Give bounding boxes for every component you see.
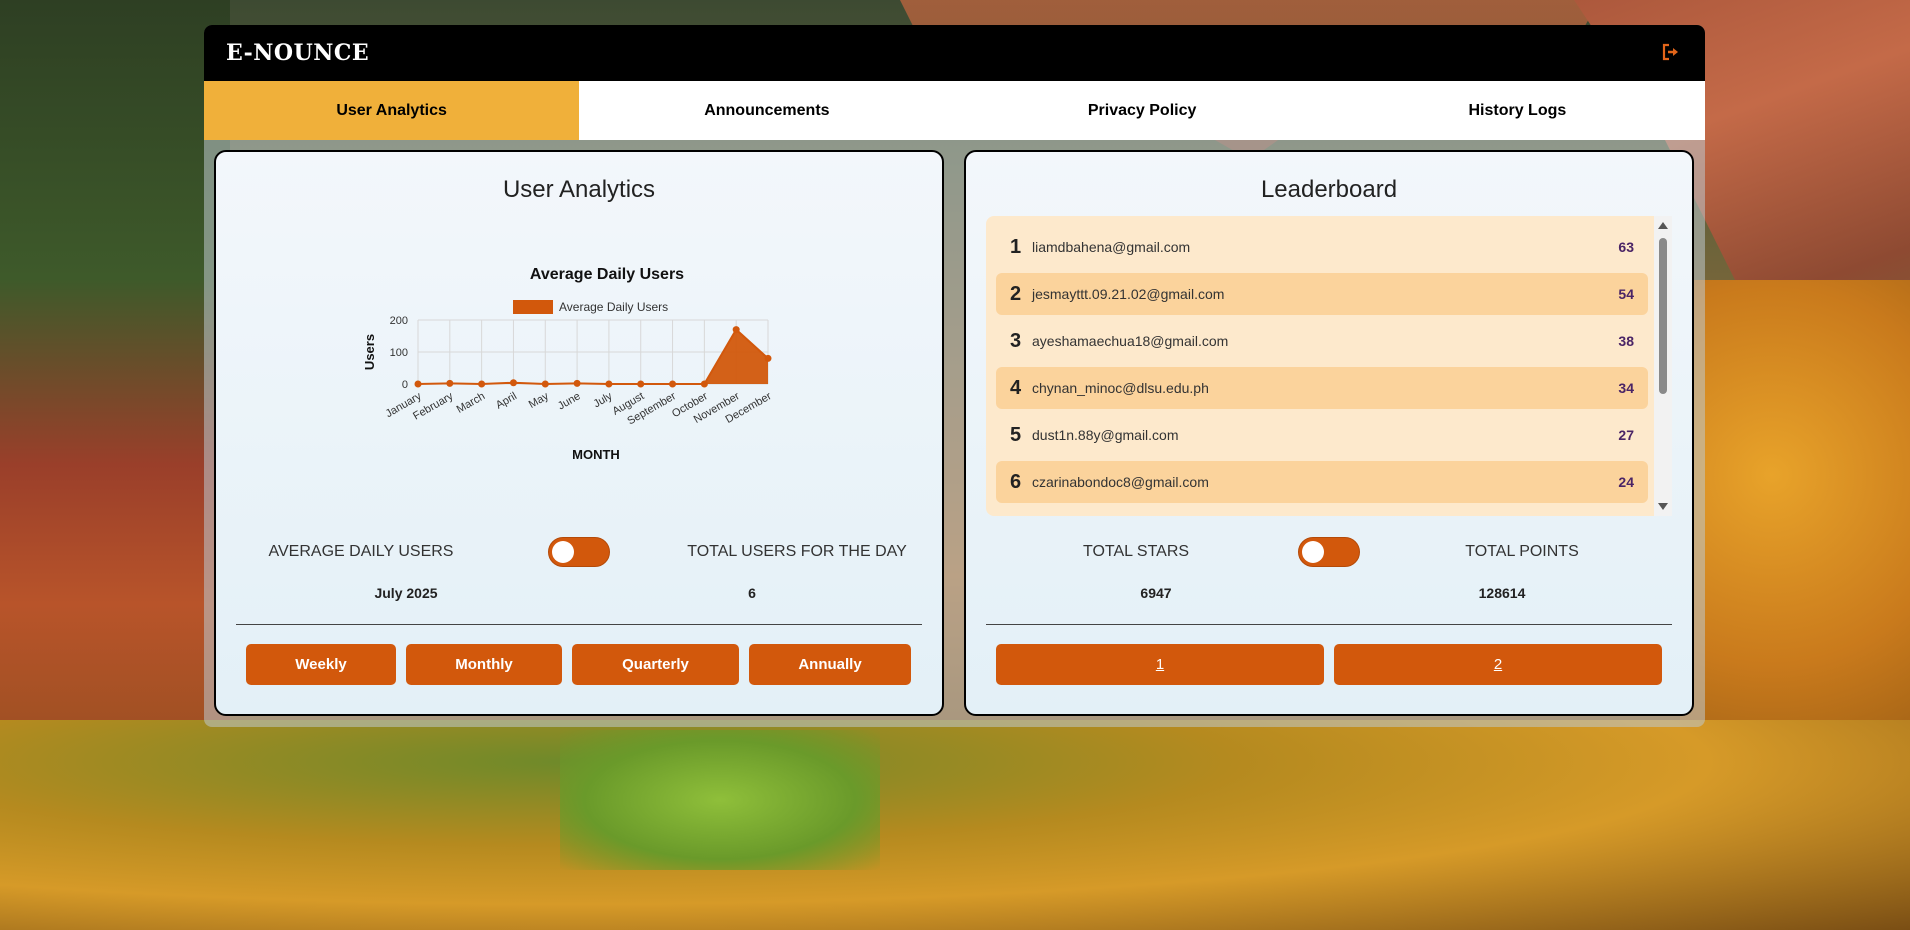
logout-icon[interactable] <box>1661 42 1683 64</box>
quarterly-button[interactable]: Quarterly <box>572 644 739 685</box>
chart-container: Average Daily Users Average Daily Users 0 1… <box>356 257 806 487</box>
leaderboard-divider <box>986 624 1672 625</box>
legend-label: Average Daily Users <box>559 300 668 314</box>
average-daily-users-chart: Average Daily Users Average Daily Users 0 1… <box>362 266 774 462</box>
y-tick-label: 100 <box>390 347 408 359</box>
tab-history-logs[interactable]: History Logs <box>1330 81 1705 140</box>
x-tick-label: March <box>455 390 487 416</box>
foliage-bottom <box>0 720 1910 930</box>
data-point <box>669 380 677 388</box>
score: 24 <box>1618 474 1634 490</box>
rank: 1 <box>1010 235 1022 258</box>
page-1-button[interactable]: 1 <box>996 644 1324 685</box>
leaderboard-toggle-row: TOTAL STARS TOTAL POINTS <box>986 537 1672 567</box>
scroll-thumb[interactable] <box>1659 238 1667 394</box>
value-left: 6947 <box>1140 585 1172 601</box>
value-right: 128614 <box>1478 585 1526 601</box>
email: liamdbahena@gmail.com <box>1032 239 1191 255</box>
analytics-divider <box>236 624 922 625</box>
value-left: July 2025 <box>374 585 438 601</box>
email: dust1n.88y@gmail.com <box>1032 427 1179 443</box>
leaderboard-row: 3 ayeshamaechua18@gmail.com 38 <box>996 320 1648 362</box>
leaderboard-row: 1 liamdbahena@gmail.com 63 <box>996 226 1648 268</box>
score: 27 <box>1618 427 1634 443</box>
tab-announcements[interactable]: Announcements <box>579 81 954 140</box>
leaderboard-row: 2 jesmayttt.09.21.02@gmail.com 54 <box>996 273 1648 315</box>
email: chynan_minoc@dlsu.edu.ph <box>1032 380 1209 396</box>
rank: 2 <box>1010 282 1022 305</box>
leaderboard-row: 6 czarinabondoc8@gmail.com 24 <box>996 461 1648 503</box>
rank: 3 <box>1010 329 1022 352</box>
top-bar: E-NOUNCE <box>204 25 1705 81</box>
scroll-up-icon[interactable] <box>1658 222 1668 229</box>
y-axis-label: Users <box>362 334 377 370</box>
data-point <box>414 380 422 388</box>
page-2-button[interactable]: 2 <box>1334 644 1662 685</box>
nav-tabs: User Analytics Announcements Privacy Pol… <box>204 81 1705 140</box>
y-tick-label: 200 <box>390 315 408 327</box>
data-point <box>732 326 740 334</box>
score: 54 <box>1618 286 1634 302</box>
leaderboard-row: 5 dust1n.88y@gmail.com 27 <box>996 414 1648 456</box>
rank: 5 <box>1010 423 1022 446</box>
data-point <box>700 380 708 388</box>
pagination: 1 2 <box>996 644 1662 685</box>
legend-swatch <box>513 300 553 314</box>
scroll-down-icon[interactable] <box>1658 503 1668 510</box>
x-tick-label: June <box>556 390 583 412</box>
x-axis-label: MONTH <box>572 447 620 462</box>
toggle-right-label: TOTAL POINTS <box>1465 543 1579 560</box>
analytics-toggle-switch[interactable] <box>548 537 610 567</box>
panels: User Analytics Average Daily Users Averag… <box>204 140 1705 726</box>
data-point <box>446 379 454 387</box>
data-point <box>573 379 581 387</box>
rank: 4 <box>1010 376 1022 399</box>
monthly-button[interactable]: Monthly <box>406 644 562 685</box>
toggle-left-label: TOTAL STARS <box>1082 543 1190 560</box>
analytics-toggle-row: AVERAGE DAILY USERS TOTAL USERS FOR THE … <box>236 537 922 567</box>
y-tick-label: 0 <box>402 379 408 391</box>
period-buttons: Weekly Monthly Quarterly Annually <box>246 644 912 685</box>
score: 34 <box>1618 380 1634 396</box>
email: czarinabondoc8@gmail.com <box>1032 474 1209 490</box>
score: 38 <box>1618 333 1634 349</box>
app-container: E-NOUNCE User Analytics Announcements Pr… <box>204 25 1705 727</box>
toggle-knob <box>1302 541 1324 563</box>
score: 63 <box>1618 239 1634 255</box>
email: ayeshamaechua18@gmail.com <box>1032 333 1229 349</box>
value-right: 6 <box>748 585 756 601</box>
analytics-title: User Analytics <box>502 176 656 203</box>
leaderboard-scrollbar[interactable] <box>1654 216 1672 516</box>
toggle-knob <box>552 541 574 563</box>
tab-user-analytics[interactable]: User Analytics <box>204 81 580 140</box>
x-tick-label: May <box>527 390 551 411</box>
chart-title: Average Daily Users <box>530 266 684 283</box>
analytics-value-row: July 2025 6 <box>236 585 922 601</box>
leaderboard-toggle-switch[interactable] <box>1298 537 1360 567</box>
data-point <box>509 379 517 387</box>
annually-button[interactable]: Annually <box>749 644 911 685</box>
brand-logo: E-NOUNCE <box>226 40 370 66</box>
tab-privacy-policy[interactable]: Privacy Policy <box>955 81 1330 140</box>
x-tick-label: April <box>494 390 519 411</box>
data-point <box>541 380 549 388</box>
rank: 6 <box>1010 470 1022 493</box>
data-point <box>478 380 486 388</box>
meadow <box>560 730 880 870</box>
user-analytics-panel: User Analytics Average Daily Users Averag… <box>214 150 944 716</box>
data-point <box>605 380 613 388</box>
data-point <box>764 354 772 362</box>
series-area <box>418 329 768 384</box>
leaderboard-list[interactable]: 1 liamdbahena@gmail.com 63 2 jesmayttt.0… <box>986 216 1672 516</box>
weekly-button[interactable]: Weekly <box>246 644 396 685</box>
leaderboard-panel: Leaderboard 1 liamdbahena@gmail.com 63 2… <box>964 150 1694 716</box>
toggle-left-label: AVERAGE DAILY USERS <box>268 543 454 560</box>
leaderboard-title: Leaderboard <box>1260 176 1398 203</box>
leaderboard-row: 4 chynan_minoc@dlsu.edu.ph 34 <box>996 367 1648 409</box>
leaderboard-value-row: 6947 128614 <box>986 585 1672 601</box>
toggle-right-label: TOTAL USERS FOR THE DAY <box>687 543 907 560</box>
email: jesmayttt.09.21.02@gmail.com <box>1032 286 1225 302</box>
data-point <box>637 380 645 388</box>
